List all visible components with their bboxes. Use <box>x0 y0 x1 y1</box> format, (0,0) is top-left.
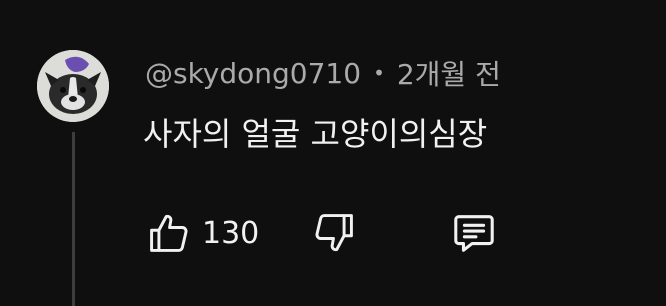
like-count: 130 <box>202 215 260 251</box>
comment-actions: 130 <box>144 208 499 258</box>
reply-button[interactable] <box>449 208 499 258</box>
comment-author[interactable]: @skydong0710 <box>145 57 361 90</box>
thumbs-down-icon <box>315 214 354 252</box>
like-button[interactable] <box>144 208 194 258</box>
avatar-dog-image <box>37 50 109 122</box>
comment-body: 사자의 얼굴 고양이의심장 <box>143 115 488 153</box>
meta-separator: • <box>373 61 385 85</box>
dislike-button[interactable] <box>309 208 359 258</box>
reply-comment-icon <box>454 215 495 252</box>
comment-time[interactable]: 2개월 전 <box>397 53 501 93</box>
avatar[interactable] <box>37 50 109 122</box>
comment-meta: @skydong0710 • 2개월 전 <box>145 53 501 93</box>
thumbs-up-icon <box>150 214 188 252</box>
reply-thread-line <box>72 132 75 306</box>
